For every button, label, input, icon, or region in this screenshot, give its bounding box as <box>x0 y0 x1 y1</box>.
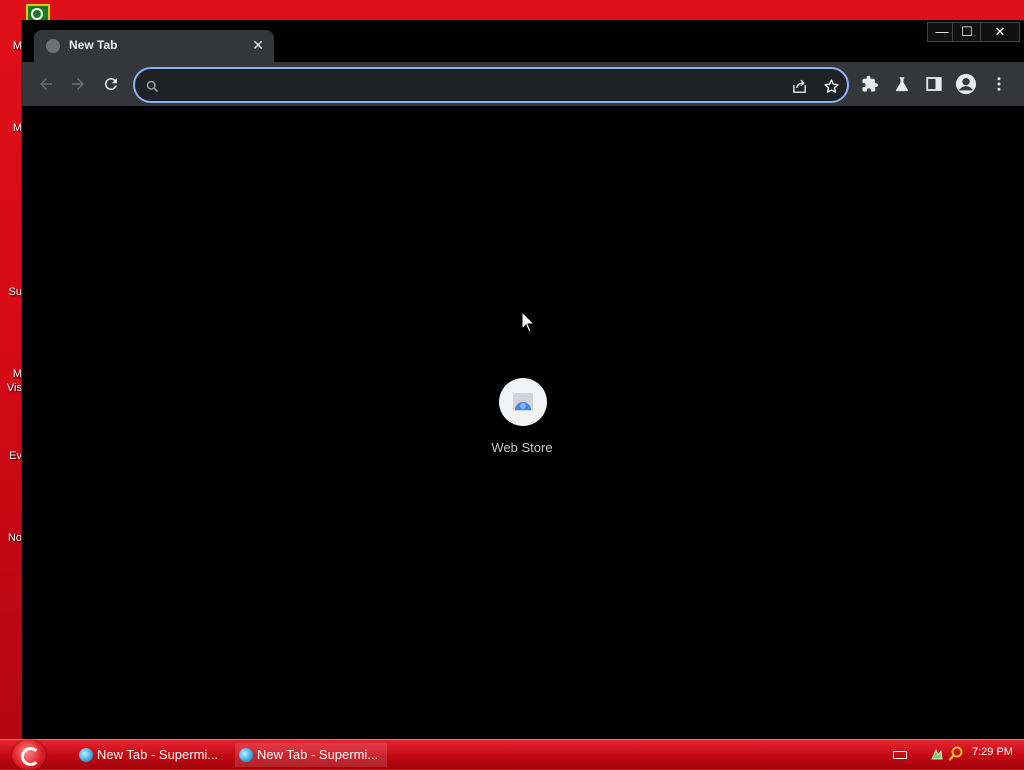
shortcut-label: Web Store <box>491 440 553 455</box>
forward-button[interactable] <box>66 72 90 96</box>
desktop-icon-label[interactable]: M <box>0 40 22 53</box>
web-store-icon <box>499 378 547 426</box>
share-icon[interactable] <box>790 77 808 95</box>
puzzle-icon <box>862 75 878 92</box>
mouse-cursor-icon <box>521 311 535 333</box>
shortcut-web-store[interactable]: Web Store <box>480 378 564 458</box>
profile-button[interactable] <box>954 72 978 96</box>
extensions-button[interactable] <box>858 72 882 96</box>
star-icon[interactable] <box>822 77 840 95</box>
search-tray-icon[interactable] <box>948 746 964 762</box>
menu-button[interactable] <box>987 72 1011 96</box>
desktop-icon-label[interactable]: Ev <box>0 450 22 463</box>
browser-toolbar <box>22 62 1024 106</box>
taskbar-item[interactable]: New Tab - Supermi... <box>75 743 227 767</box>
search-icon <box>143 77 161 95</box>
labs-button[interactable] <box>890 72 914 96</box>
clock[interactable]: 7:29 PM <box>972 746 1013 758</box>
globe-icon <box>46 39 60 53</box>
arrow-right-icon <box>72 78 84 90</box>
side-panel-button[interactable] <box>922 72 946 96</box>
arrow-left-icon <box>40 78 52 90</box>
desktop-icon-label[interactable]: Su <box>0 286 22 299</box>
network-icon[interactable] <box>929 746 945 762</box>
side-panel-icon <box>926 77 942 91</box>
taskbar-item[interactable]: New Tab - Supermi... <box>235 743 387 767</box>
flask-icon <box>895 77 909 92</box>
maximize-button[interactable]: ☐ <box>952 22 982 42</box>
desktop-icon-label[interactable]: Vis <box>0 382 22 395</box>
tab-title: New Tab <box>69 38 118 52</box>
keyboard-icon[interactable] <box>893 751 907 759</box>
avatar-icon <box>955 73 977 95</box>
desktop-icon-label[interactable]: No <box>0 532 22 545</box>
tab-new-tab[interactable]: New Tab ✕ <box>34 30 274 62</box>
desktop-icon-label[interactable]: M <box>0 368 22 381</box>
start-button[interactable] <box>12 740 46 770</box>
address-bar[interactable] <box>133 67 849 103</box>
reload-icon <box>104 78 117 91</box>
close-button[interactable]: ✕ <box>980 22 1020 42</box>
more-vert-icon <box>997 77 1001 91</box>
back-button[interactable] <box>34 72 58 96</box>
taskbar: New Tab - Supermi... New Tab - Supermi..… <box>0 739 1024 770</box>
tab-close-icon[interactable]: ✕ <box>252 36 264 54</box>
address-input[interactable] <box>165 75 769 97</box>
browser-app-icon <box>79 748 93 762</box>
reload-button[interactable] <box>99 72 123 96</box>
browser-window: New Tab ✕ — ☐ ✕ Web Store <box>21 20 1024 739</box>
desktop-icon-label[interactable]: M <box>0 122 22 135</box>
browser-app-icon <box>239 748 253 762</box>
taskbar-item-label: New Tab - Supermi... <box>257 747 379 762</box>
title-bar: New Tab ✕ — ☐ ✕ <box>22 20 1024 62</box>
new-tab-page: Web Store <box>22 106 1024 739</box>
taskbar-item-label: New Tab - Supermi... <box>97 747 219 762</box>
